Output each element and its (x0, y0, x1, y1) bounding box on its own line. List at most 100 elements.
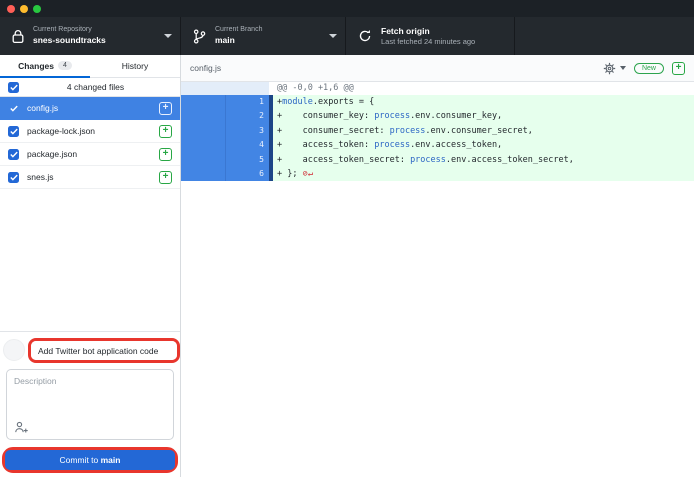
diff-file-title: config.js (190, 63, 603, 73)
diff-line-1: 1 +module.exports = { (181, 95, 694, 109)
repository-name: snes-soundtracks (33, 35, 160, 46)
person-add-icon (14, 421, 29, 434)
commit-summary-row (0, 338, 180, 364)
file-checkbox[interactable] (8, 103, 19, 114)
sidebar-tabs: Changes 4 History (0, 55, 180, 78)
diff-options-button[interactable] (603, 62, 626, 75)
expand-diff-button[interactable]: + (672, 62, 685, 75)
repository-label: Current Repository (33, 26, 160, 35)
diff-line-6: 6 + }; ⊘↵ (181, 167, 694, 181)
hunk-header-line: @@ -0,0 +1,6 @@ (181, 82, 694, 95)
sync-icon (358, 29, 372, 43)
diff-gutter-old[interactable] (181, 95, 225, 109)
diff-line-number[interactable]: 4 (225, 138, 269, 152)
github-desktop-window: Current Repository snes-soundtracks Curr… (0, 0, 694, 477)
check-icon (10, 84, 18, 91)
diff-code: + consumer_key: process.env.consumer_key… (273, 109, 694, 123)
file-row-snes-js[interactable]: snes.js + (0, 166, 180, 189)
changed-files-header: 4 changed files (0, 78, 180, 97)
changes-count-badge: 4 (58, 61, 72, 70)
diff-line-number[interactable]: 1 (225, 95, 269, 109)
file-name: package.json (27, 149, 159, 159)
sidebar: Changes 4 History 4 changed files config… (0, 55, 181, 477)
check-icon (10, 151, 18, 158)
annotation-highlight-commit-button: Commit to main (2, 447, 178, 473)
changed-files-count: 4 changed files (19, 82, 172, 92)
plus-square-icon: + (159, 148, 172, 161)
diff-header: config.js New + (181, 55, 694, 82)
diff-line-5: 5 + access_token_secret: process.env.acce… (181, 153, 694, 167)
diff-code: + consumer_secret: process.env.consumer_… (273, 124, 694, 138)
diff-code: + }; ⊘↵ (273, 167, 694, 181)
hunk-header-text: @@ -0,0 +1,6 @@ (269, 82, 694, 95)
check-icon (10, 128, 18, 135)
tab-history-label: History (122, 61, 148, 71)
chevron-down-icon (164, 34, 172, 38)
toolbar: Current Repository snes-soundtracks Curr… (0, 17, 694, 55)
commit-summary-input[interactable] (31, 341, 177, 360)
fetch-origin-button[interactable]: Fetch origin Last fetched 24 minutes ago (346, 17, 515, 55)
branch-name: main (215, 35, 325, 46)
commit-branch-name: main (101, 455, 121, 465)
avatar (3, 339, 25, 361)
annotation-highlight-summary (28, 338, 180, 364)
file-row-config-js[interactable]: config.js + (0, 97, 180, 120)
lock-icon (12, 29, 24, 44)
file-checkbox[interactable] (8, 149, 19, 160)
diff-line-number[interactable]: 6 (225, 167, 269, 181)
current-branch-dropdown[interactable]: Current Branch main (181, 17, 346, 55)
current-repository-dropdown[interactable]: Current Repository snes-soundtracks (0, 17, 181, 55)
close-window-button[interactable] (7, 5, 15, 13)
diff-gutter-old[interactable] (181, 109, 225, 123)
check-icon (10, 174, 18, 181)
tab-changes[interactable]: Changes 4 (0, 55, 90, 78)
tab-changes-label: Changes (18, 61, 54, 71)
new-file-badge: New (634, 63, 664, 74)
sidebar-empty-area (0, 189, 180, 331)
diff-gutter-old[interactable] (181, 138, 225, 152)
tab-history[interactable]: History (90, 55, 180, 78)
check-icon (10, 105, 18, 112)
fetch-subtitle: Last fetched 24 minutes ago (381, 37, 506, 46)
plus-square-icon: + (159, 171, 172, 184)
file-row-package-json[interactable]: package.json + (0, 143, 180, 166)
chevron-down-icon (329, 34, 337, 38)
diff-line-number[interactable]: 3 (225, 124, 269, 138)
diff-code: + access_token: process.env.access_token… (273, 138, 694, 152)
minimize-window-button[interactable] (20, 5, 28, 13)
diff-code: +module.exports = { (273, 95, 694, 109)
file-name: config.js (27, 103, 159, 113)
hunk-gutter (181, 82, 269, 95)
gear-icon (603, 62, 616, 75)
diff-gutter-old[interactable] (181, 124, 225, 138)
diff-pane: config.js New + @@ -0,0 +1,6 @@ 1 +module… (181, 55, 694, 477)
file-name: snes.js (27, 172, 159, 182)
fetch-title: Fetch origin (381, 26, 506, 37)
commit-description-input[interactable] (7, 370, 173, 422)
diff-code: + access_token_secret: process.env.acces… (273, 153, 694, 167)
git-branch-icon (193, 29, 206, 44)
commit-form: Commit to main (0, 331, 180, 477)
diff-line-2: 2 + consumer_key: process.env.consumer_ke… (181, 109, 694, 123)
diff-gutter-old[interactable] (181, 167, 225, 181)
file-checkbox[interactable] (8, 126, 19, 137)
toolbar-empty-area (515, 17, 694, 55)
branch-label: Current Branch (215, 26, 325, 35)
plus-square-icon: + (159, 125, 172, 138)
file-name: package-lock.json (27, 126, 159, 136)
titlebar (0, 0, 694, 17)
diff-line-number[interactable]: 2 (225, 109, 269, 123)
zoom-window-button[interactable] (33, 5, 41, 13)
diff-line-number[interactable]: 5 (225, 153, 269, 167)
file-row-package-lock-json[interactable]: package-lock.json + (0, 120, 180, 143)
diff-gutter-old[interactable] (181, 153, 225, 167)
diff-line-3: 3 + consumer_secret: process.env.consumer… (181, 124, 694, 138)
add-coauthor-button[interactable] (14, 421, 29, 434)
plus-square-icon: + (159, 102, 172, 115)
file-checkbox[interactable] (8, 172, 19, 183)
chevron-down-icon (620, 66, 626, 70)
main-area: Changes 4 History 4 changed files config… (0, 55, 694, 477)
select-all-checkbox[interactable] (8, 82, 19, 93)
commit-to-main-button[interactable]: Commit to main (5, 450, 175, 470)
diff-body: @@ -0,0 +1,6 @@ 1 +module.exports = { 2 + … (181, 82, 694, 477)
